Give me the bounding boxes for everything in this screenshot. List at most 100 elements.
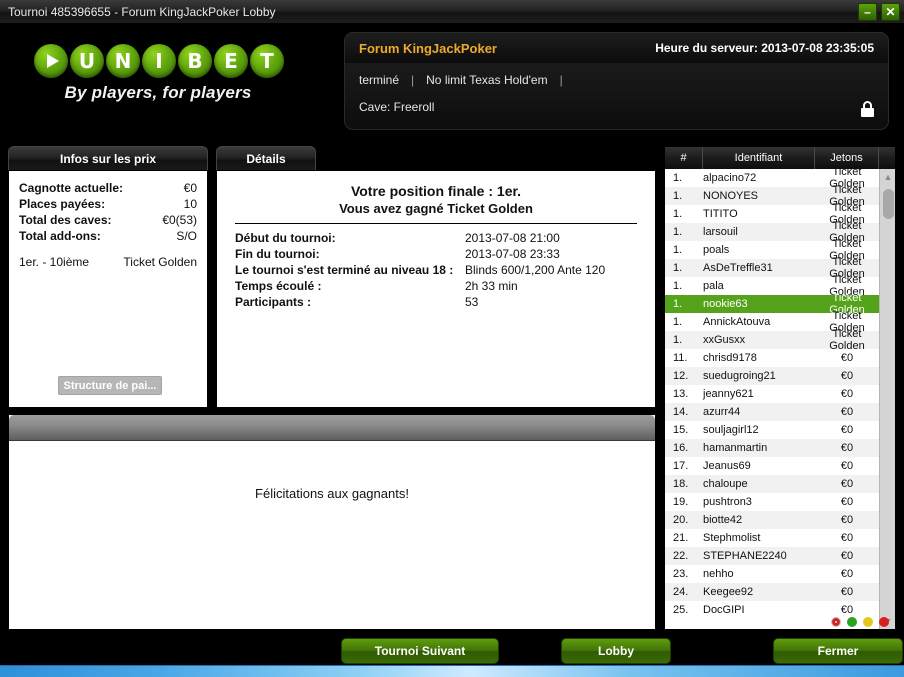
player-rank: 1. [673,244,683,256]
logo-letter-t: T [250,44,284,78]
close-window-button[interactable]: ✕ [881,3,900,21]
detail-row: Temps écoulé : 2h 33 min [235,279,637,293]
table-row[interactable]: 18. chaloupe €0 [665,475,879,493]
scrollbar-thumb[interactable] [883,189,894,219]
prize-row-value: €0 [183,181,197,195]
window-title: Tournoi 485396655 - Forum KingJackPoker … [8,4,276,19]
status-dot-yellow[interactable] [863,617,873,627]
player-name: souljagirl12 [703,424,759,436]
table-row[interactable]: 17. Jeanus69 €0 [665,457,879,475]
prize-row-value: 10 [183,197,197,211]
player-name: larsouil [703,226,738,238]
payout-range: 1er. - 10ième [19,255,90,269]
server-time: Heure du serveur: 2013-07-08 23:35:05 [655,41,874,55]
payout-structure-button[interactable]: Structure de pai... [58,376,162,395]
tab-details[interactable]: Détails [216,146,316,171]
prize-row-label: Cagnotte actuelle: [19,181,124,195]
table-row[interactable]: 11. chrisd9178 €0 [665,349,879,367]
player-chips: €0 [840,406,854,418]
player-name: Jeanus69 [703,460,751,472]
tournament-header-panel: Forum KingJackPoker Heure du serveur: 20… [344,32,889,130]
player-name: hamanmartin [703,442,768,454]
player-chips: €0 [840,478,854,490]
player-rank: 21. [673,532,689,544]
player-name: NONOYES [703,190,759,202]
player-chips: €0 [840,424,854,436]
player-rank: 24. [673,586,689,598]
player-name: pala [703,280,724,292]
player-rank: 11. [673,352,688,364]
prize-row: Places payées: 10 [19,197,197,211]
player-name: chrisd9178 [703,352,757,364]
table-row[interactable]: 16. hamanmartin €0 [665,439,879,457]
detail-row: Début du tournoi: 2013-07-08 21:00 [235,231,637,245]
status-dot-offline[interactable] [831,617,841,627]
player-rank: 1. [673,190,683,202]
detail-row-value: 2h 33 min [465,279,518,293]
status-dot-red[interactable] [879,617,889,627]
scroll-up-icon[interactable]: ▲ [880,169,896,185]
table-row[interactable]: 14. azurr44 €0 [665,403,879,421]
lock-body [861,108,874,117]
table-row[interactable]: 15. souljagirl12 €0 [665,421,879,439]
logo-letter-e: E [214,44,248,78]
close-button[interactable]: Fermer [773,638,903,664]
minimize-button[interactable]: – [858,3,877,21]
player-rank: 1. [673,208,683,220]
player-chips: €0 [840,442,854,454]
player-name: TITITO [703,208,738,220]
table-row[interactable]: 19. pushtron3 €0 [665,493,879,511]
window-controls: – ✕ [858,3,900,21]
table-row[interactable]: 12. suedugroing21 €0 [665,367,879,385]
player-rank: 1. [673,316,683,328]
next-tournament-button[interactable]: Tournoi Suivant [341,638,499,664]
player-name: alpacino72 [703,172,757,184]
player-chips: €0 [840,388,854,400]
player-chips: €0 [840,586,854,598]
player-rows: 1. alpacino72 Ticket Golden 1. NONOYES Ticket… [665,169,879,629]
player-list-scrollbar[interactable]: ▲ ▼ [879,169,895,629]
table-row[interactable]: 22. STEPHANE2240 €0 [665,547,879,565]
prize-row-value: €0(53) [162,213,197,227]
table-row[interactable]: 1. xxGusxx Ticket Golden [665,328,879,352]
player-results-panel: # Identifiant Jetons 1. alpacino72 Ticket … [664,146,896,630]
detail-row-value: 2013-07-08 23:33 [465,247,560,261]
column-header-jetons[interactable]: Jetons [815,147,879,169]
final-position-text: Votre position finale : 1er. [350,183,522,199]
table-row[interactable]: 23. nehho €0 [665,565,879,583]
player-rank: 12. [673,370,689,382]
player-chips: €0 [840,514,854,526]
details-panel: Votre position finale : 1er. Vous avez g… [216,170,656,408]
player-rank: 19. [673,496,689,508]
player-chips: €0 [840,460,854,472]
player-rank: 1. [673,226,683,238]
player-name: jeanny621 [703,388,754,400]
player-rank: 1. [673,172,683,184]
player-chips: €0 [840,568,854,580]
detail-row-label: Participants : [235,295,312,309]
lobby-button[interactable]: Lobby [561,638,671,664]
status-dot-green[interactable] [847,617,857,627]
player-name: poals [703,244,730,256]
player-rank: 1. [673,334,683,346]
player-rank: 20. [673,514,689,526]
player-name: STEPHANE2240 [703,550,787,562]
logo-balls-row: U N I B E T [34,44,304,78]
detail-row-value: Blinds 600/1,200 Ante 120 [465,263,606,277]
table-row[interactable]: 13. jeanny621 €0 [665,385,879,403]
player-rank: 1. [673,262,683,274]
play-icon [34,44,68,78]
column-header-rank[interactable]: # [665,147,703,169]
player-rank: 13. [673,388,689,400]
message-panel-header [9,415,655,441]
column-header-identifiant[interactable]: Identifiant [703,147,815,169]
meta-separator-1: | [411,73,415,87]
player-rank: 1. [673,298,683,310]
player-name: chaloupe [703,478,748,490]
table-row[interactable]: 20. biotte42 €0 [665,511,879,529]
tab-prize-info[interactable]: Infos sur les prix [8,146,208,171]
player-name: pushtron3 [703,496,752,508]
table-row[interactable]: 24. Keegee92 €0 [665,583,879,601]
table-row[interactable]: 21. Stephmolist €0 [665,529,879,547]
detail-row-value: 53 [465,295,479,309]
